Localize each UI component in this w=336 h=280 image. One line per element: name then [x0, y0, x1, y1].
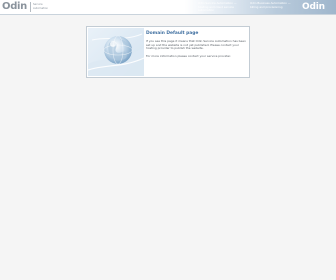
panel-paragraph-1: If you see this page it means that Odin … [146, 39, 246, 51]
header-bar: Odin Service Automation Odin Service Aut… [0, 0, 336, 15]
default-page-panel: Domain Default page If you see this page… [86, 26, 250, 78]
panel-text: Domain Default page If you see this page… [146, 31, 246, 58]
globe-illustration [88, 28, 144, 76]
header-link-service-automation[interactable]: Odin Service Automation — hosting and cl… [198, 1, 246, 13]
page-title: Domain Default page [146, 31, 199, 36]
globe-icon [88, 33, 144, 76]
logo-divider [30, 1, 32, 12]
header-link-business-automation[interactable]: Odin Business Automation — billing and p… [250, 1, 298, 9]
odin-logo[interactable]: Odin Service Automation [2, 1, 53, 12]
odin-right-logo[interactable]: Odin [302, 2, 325, 12]
logo-text: Odin [2, 1, 28, 12]
logo-subtitle: Service Automation [33, 3, 49, 10]
panel-paragraph-2: For more information please contact your… [146, 53, 231, 58]
